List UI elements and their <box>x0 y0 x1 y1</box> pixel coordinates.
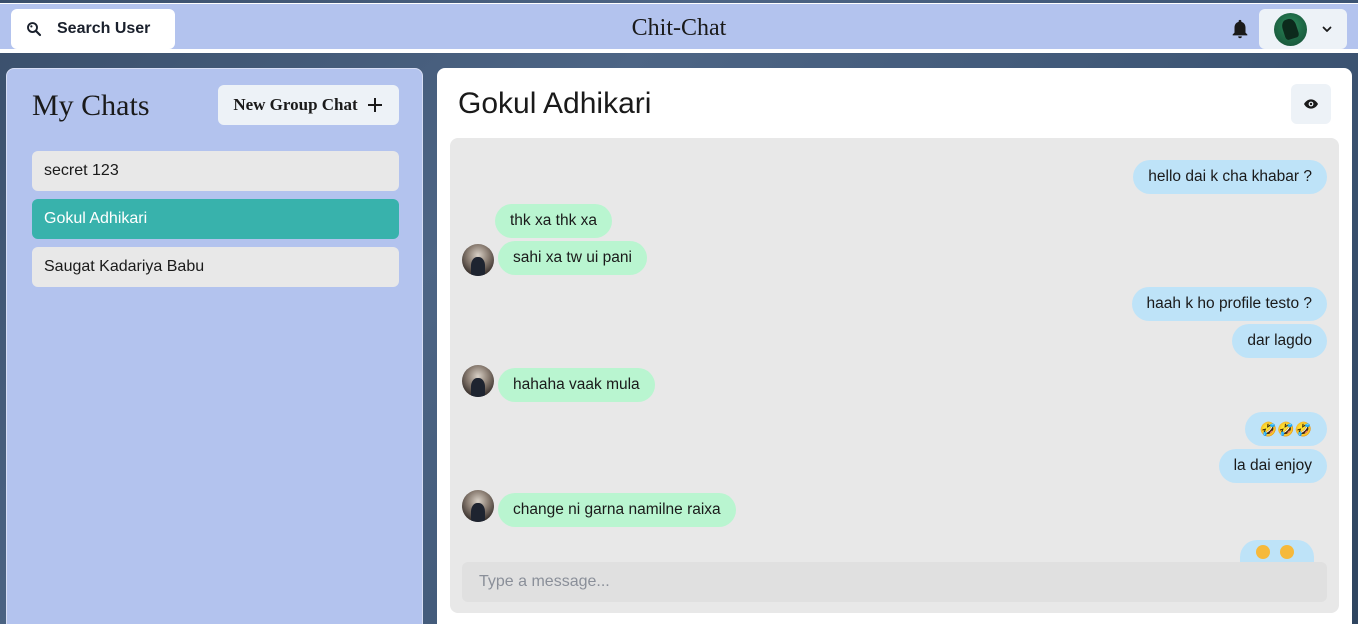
profile-menu-button[interactable] <box>1259 9 1347 49</box>
sender-avatar[interactable] <box>462 365 494 397</box>
chat-item-active[interactable]: Gokul Adhikari <box>32 199 399 239</box>
chat-item[interactable]: secret 123 <box>32 151 399 191</box>
emoji-icon <box>1280 545 1294 559</box>
message-outgoing: 🤣🤣🤣 <box>1244 412 1327 446</box>
message-outgoing: dar lagdo <box>1232 324 1327 358</box>
chevron-down-icon <box>1322 26 1332 32</box>
bell-icon[interactable] <box>1229 18 1251 40</box>
message-incoming: hahaha vaak mula <box>498 368 655 402</box>
sender-avatar[interactable] <box>462 490 494 522</box>
message-incoming: sahi xa tw ui pani <box>498 241 647 275</box>
chat-item-name: Saugat Kadariya Babu <box>44 258 205 275</box>
view-profile-button[interactable] <box>1291 84 1331 124</box>
chat-item-name: secret 123 <box>44 162 119 179</box>
message-outgoing: hello dai k cha khabar ? <box>1133 160 1327 194</box>
message-outgoing: la dai enjoy <box>1218 449 1327 483</box>
new-group-chat-button[interactable]: New Group Chat <box>218 85 399 125</box>
plus-icon <box>367 98 382 112</box>
message-incoming: change ni garna namilne raixa <box>498 493 736 527</box>
message-incoming: thk xa thk xa <box>495 204 613 238</box>
chat-panel: Gokul Adhikari hello dai k cha khabar ? … <box>437 68 1352 624</box>
app-brand: Chit-Chat <box>631 15 727 41</box>
emoji-icon <box>1256 545 1270 559</box>
my-chats-title: My Chats <box>32 89 150 122</box>
eye-icon <box>1304 99 1318 109</box>
chat-item-name: Gokul Adhikari <box>44 210 148 227</box>
message-outgoing: haah k ho profile testo ? <box>1131 287 1327 321</box>
chat-title: Gokul Adhikari <box>458 87 652 120</box>
top-bar: Search User Chit-Chat <box>0 3 1358 53</box>
chat-list: secret 123 Gokul Adhikari Saugat Kadariy… <box>32 151 399 295</box>
search-user-button[interactable]: Search User <box>11 9 175 49</box>
my-chats-panel: My Chats New Group Chat secret 123 Gokul… <box>6 68 423 624</box>
search-user-label: Search User <box>57 20 151 37</box>
chat-item[interactable]: Saugat Kadariya Babu <box>32 247 399 287</box>
sender-avatar[interactable] <box>462 244 494 276</box>
messages-area[interactable]: hello dai k cha khabar ? thk xa thk xa s… <box>450 138 1339 613</box>
message-outgoing-partial <box>1240 540 1314 562</box>
new-group-chat-label: New Group Chat <box>233 95 358 114</box>
avatar <box>1274 12 1307 46</box>
search-icon <box>27 22 42 37</box>
message-input[interactable] <box>462 562 1327 602</box>
